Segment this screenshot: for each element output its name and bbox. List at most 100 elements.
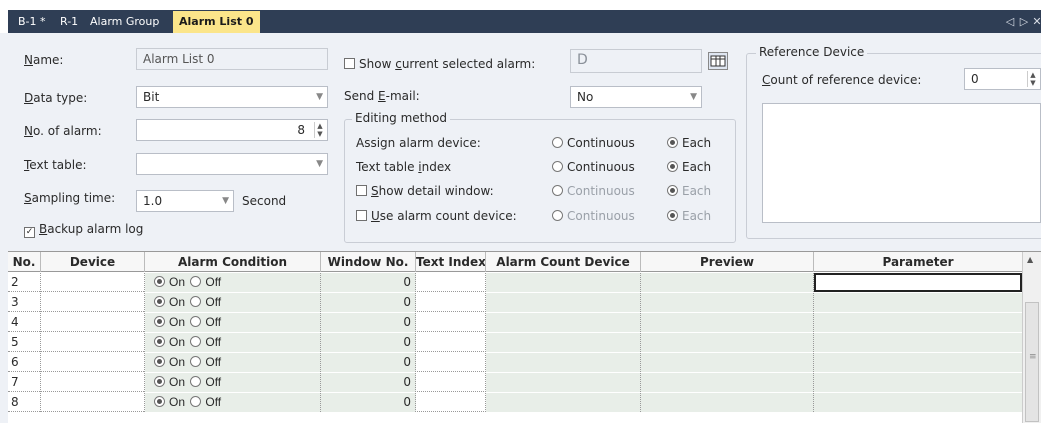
cell-window-no[interactable]: 0 bbox=[321, 393, 416, 412]
text-index-each-radio[interactable]: Each bbox=[667, 160, 711, 174]
cell-no[interactable]: 3 bbox=[8, 293, 41, 312]
assign-each-radio[interactable]: Each bbox=[667, 136, 711, 150]
radio-selected-icon[interactable] bbox=[154, 296, 165, 307]
cell-no[interactable]: 2 bbox=[8, 273, 41, 292]
cell-no[interactable]: 5 bbox=[8, 333, 41, 352]
count-of-reference-stepper[interactable]: 0 ▲ ▼ bbox=[964, 68, 1041, 90]
assign-continuous-radio[interactable]: Continuous bbox=[552, 136, 635, 150]
table-row[interactable]: 7 On Off 0 bbox=[8, 373, 1022, 392]
count-each-radio[interactable]: Each bbox=[667, 209, 711, 223]
column-header-alarm-condition[interactable]: Alarm Condition bbox=[145, 252, 321, 272]
backup-alarm-log-checkbox[interactable]: ✓ Backup alarm log bbox=[24, 222, 143, 238]
cell-window-no[interactable]: 0 bbox=[321, 313, 416, 332]
column-header-alarm-count-device[interactable]: Alarm Count Device bbox=[486, 252, 641, 272]
sampling-time-select[interactable]: 1.0 ▼ bbox=[136, 190, 234, 212]
detail-each-radio[interactable]: Each bbox=[667, 184, 711, 198]
cell-preview[interactable] bbox=[641, 373, 814, 392]
cell-parameter[interactable] bbox=[814, 393, 1022, 412]
table-row[interactable]: 4 On Off 0 bbox=[8, 313, 1022, 332]
radio-icon[interactable] bbox=[190, 276, 202, 287]
tab-alarm-group[interactable]: Alarm Group bbox=[84, 10, 165, 33]
no-of-alarm-stepper[interactable]: 8 ▲ ▼ bbox=[136, 119, 328, 141]
cell-no[interactable]: 8 bbox=[8, 393, 41, 412]
text-table-select[interactable]: ▼ bbox=[136, 153, 328, 175]
detail-continuous-radio[interactable]: Continuous bbox=[552, 184, 635, 198]
cell-alarm-condition[interactable]: On Off bbox=[145, 353, 321, 372]
cell-preview[interactable] bbox=[641, 353, 814, 372]
cell-parameter[interactable] bbox=[814, 333, 1022, 352]
radio-selected-icon[interactable] bbox=[154, 396, 165, 407]
cell-window-no[interactable]: 0 bbox=[321, 273, 416, 292]
cell-window-no[interactable]: 0 bbox=[321, 373, 416, 392]
cell-device[interactable] bbox=[41, 393, 145, 412]
cell-device[interactable] bbox=[41, 373, 145, 392]
radio-selected-icon[interactable] bbox=[154, 336, 165, 347]
table-row[interactable]: 6 On Off 0 bbox=[8, 353, 1022, 372]
cell-alarm-condition[interactable]: On Off bbox=[145, 293, 321, 312]
show-current-alarm-checkbox[interactable]: Show current selected alarm: bbox=[344, 57, 535, 71]
cell-text-index[interactable] bbox=[416, 273, 486, 292]
table-row[interactable]: 3 On Off 0 bbox=[8, 293, 1022, 312]
cell-alarm-count-device[interactable] bbox=[486, 313, 641, 332]
cell-window-no[interactable]: 0 bbox=[321, 293, 416, 312]
cell-alarm-condition[interactable]: On Off bbox=[145, 313, 321, 332]
cell-alarm-condition[interactable]: On Off bbox=[145, 373, 321, 392]
cell-parameter[interactable] bbox=[814, 373, 1022, 392]
radio-icon[interactable] bbox=[190, 316, 202, 327]
reference-device-list[interactable] bbox=[762, 103, 1041, 223]
data-type-select[interactable]: Bit ▼ bbox=[136, 86, 328, 108]
cell-text-index[interactable] bbox=[416, 333, 486, 352]
cell-window-no[interactable]: 0 bbox=[321, 333, 416, 352]
cell-preview[interactable] bbox=[641, 313, 814, 332]
cell-alarm-count-device[interactable] bbox=[486, 373, 641, 392]
cell-text-index[interactable] bbox=[416, 313, 486, 332]
cell-alarm-count-device[interactable] bbox=[486, 273, 641, 292]
cell-text-index[interactable] bbox=[416, 373, 486, 392]
cell-text-index[interactable] bbox=[416, 393, 486, 412]
column-header-parameter[interactable]: Parameter bbox=[814, 252, 1022, 272]
radio-icon[interactable] bbox=[190, 376, 202, 387]
cell-alarm-count-device[interactable] bbox=[486, 333, 641, 352]
count-continuous-radio[interactable]: Continuous bbox=[552, 209, 635, 223]
cell-device[interactable] bbox=[41, 273, 145, 292]
radio-selected-icon[interactable] bbox=[154, 316, 165, 327]
radio-selected-icon[interactable] bbox=[154, 356, 165, 367]
radio-selected-icon[interactable] bbox=[154, 376, 165, 387]
cell-parameter[interactable] bbox=[814, 293, 1022, 312]
radio-icon[interactable] bbox=[190, 336, 202, 347]
cell-parameter[interactable] bbox=[814, 353, 1022, 372]
cell-device[interactable] bbox=[41, 333, 145, 352]
cell-preview[interactable] bbox=[641, 293, 814, 312]
cell-alarm-count-device[interactable] bbox=[486, 393, 641, 412]
device-browse-button[interactable] bbox=[708, 52, 728, 70]
tab-next-icon[interactable]: ▷ bbox=[1018, 10, 1030, 33]
cell-no[interactable]: 7 bbox=[8, 373, 41, 392]
column-header-window-no[interactable]: Window No. bbox=[321, 252, 416, 272]
radio-selected-icon[interactable] bbox=[154, 276, 165, 287]
cell-device[interactable] bbox=[41, 293, 145, 312]
tab-r1[interactable]: R-1 bbox=[54, 10, 84, 33]
radio-icon[interactable] bbox=[190, 296, 202, 307]
cell-no[interactable]: 4 bbox=[8, 313, 41, 332]
radio-icon[interactable] bbox=[190, 356, 202, 367]
cell-parameter[interactable] bbox=[814, 273, 1022, 292]
vertical-scrollbar[interactable]: ▲ ≡ bbox=[1022, 252, 1041, 423]
column-header-no[interactable]: No. bbox=[8, 252, 41, 272]
tab-prev-icon[interactable]: ◁ bbox=[1004, 10, 1016, 33]
spin-icon[interactable]: ▲ ▼ bbox=[1027, 71, 1038, 87]
scrollbar-thumb[interactable]: ≡ bbox=[1025, 302, 1039, 422]
tab-b1[interactable]: B-1 * bbox=[12, 10, 52, 33]
send-email-select[interactable]: No ▼ bbox=[570, 86, 702, 108]
table-row[interactable]: 2 On Off 0 bbox=[8, 273, 1022, 292]
column-header-device[interactable]: Device bbox=[41, 252, 145, 272]
cell-no[interactable]: 6 bbox=[8, 353, 41, 372]
cell-alarm-condition[interactable]: On Off bbox=[145, 393, 321, 412]
cell-window-no[interactable]: 0 bbox=[321, 353, 416, 372]
column-header-text-index[interactable]: Text Index bbox=[416, 252, 486, 272]
cell-text-index[interactable] bbox=[416, 353, 486, 372]
cell-preview[interactable] bbox=[641, 273, 814, 292]
cell-alarm-count-device[interactable] bbox=[486, 293, 641, 312]
cell-alarm-condition[interactable]: On Off bbox=[145, 273, 321, 292]
cell-preview[interactable] bbox=[641, 333, 814, 352]
cell-alarm-count-device[interactable] bbox=[486, 353, 641, 372]
